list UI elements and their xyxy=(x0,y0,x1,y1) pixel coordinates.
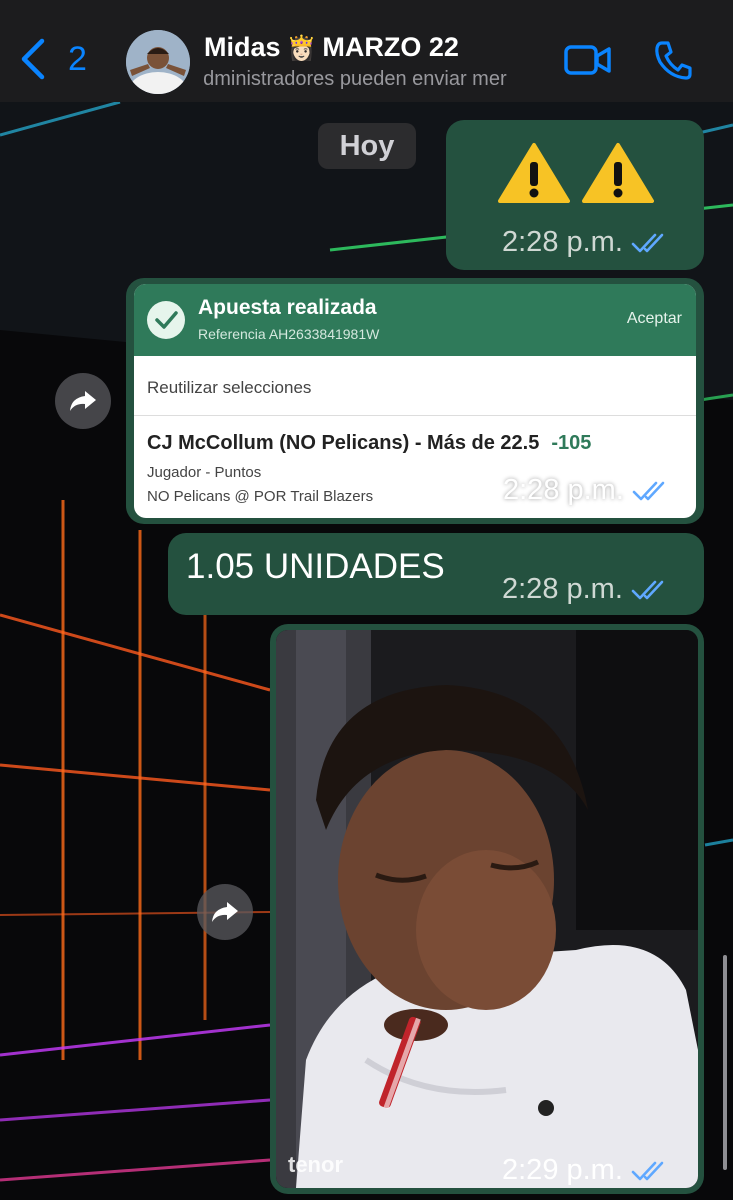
chevron-left-icon xyxy=(21,38,45,80)
double-check-icon xyxy=(632,481,665,500)
message-time-text: 2:29 p.m. xyxy=(502,1154,623,1186)
message-bubble[interactable]: Apuesta realizada Referencia AH263384198… xyxy=(126,278,704,524)
message-time: 2:29 p.m. xyxy=(502,1154,671,1187)
chat-title-suffix: MARZO 22 xyxy=(322,32,459,62)
checkmark-circle-icon xyxy=(147,301,185,339)
bet-card[interactable]: Apuesta realizada Referencia AH263384198… xyxy=(134,284,696,518)
bet-title: Apuesta realizada xyxy=(198,296,377,319)
message-time: 2:28 p.m. xyxy=(503,474,672,507)
phone-icon xyxy=(655,41,692,80)
video-camera-icon xyxy=(564,45,611,75)
forward-arrow-icon xyxy=(70,391,96,411)
message-bubble[interactable]: tenor 2:29 p.m. xyxy=(270,624,704,1194)
message-emoji xyxy=(498,142,654,204)
chat-title-name: Midas xyxy=(204,32,281,62)
forward-button[interactable] xyxy=(55,373,111,429)
accept-button[interactable]: Aceptar xyxy=(627,310,682,328)
message-bubble[interactable]: 2:28 p.m. xyxy=(446,120,704,270)
bet-selection: CJ McCollum (NO Pelicans) - Más de 22.5-… xyxy=(134,416,696,516)
double-check-icon xyxy=(631,1161,664,1180)
bet-odds: -105 xyxy=(551,432,592,454)
forward-arrow-icon xyxy=(212,902,238,922)
reuse-selections-button[interactable]: Reutilizar selecciones xyxy=(134,356,696,416)
chat-header: 2 Midas 👸🏻 MARZO 22 administradores pueden… xyxy=(0,0,733,102)
bet-game: NO Pelicans @ POR Trail Blazers xyxy=(147,488,374,505)
unread-count: 2 xyxy=(68,39,87,78)
bet-pick-text: CJ McCollum (NO Pelicans) - Más de 22.5 xyxy=(147,432,540,454)
video-call-button[interactable] xyxy=(564,42,612,78)
message-time-text: 2:28 p.m. xyxy=(503,474,624,506)
tenor-watermark: tenor xyxy=(288,1152,343,1177)
voice-call-button[interactable] xyxy=(654,40,692,80)
message-time-text: 2:28 p.m. xyxy=(502,226,623,258)
scrollbar[interactable] xyxy=(723,955,727,1170)
bet-reference: Referencia AH2633841981W xyxy=(198,326,380,342)
gif-media[interactable]: tenor 2:29 p.m. xyxy=(276,630,698,1188)
date-separator: Hoy xyxy=(318,123,416,169)
gif-image xyxy=(276,630,698,1188)
warning-icon xyxy=(498,143,570,203)
message-time-text: 2:28 p.m. xyxy=(502,573,623,605)
forward-button[interactable] xyxy=(197,884,253,940)
bet-card-header: Apuesta realizada Referencia AH263384198… xyxy=(134,284,696,356)
avatar[interactable] xyxy=(126,30,190,94)
double-check-icon xyxy=(631,580,664,599)
message-bubble[interactable]: 1.05 UNIDADES 2:28 p.m. xyxy=(168,533,704,615)
message-text: 1.05 UNIDADES xyxy=(186,547,445,586)
chat-subtitle: administradores pueden enviar mer xyxy=(204,68,507,90)
warning-icon xyxy=(582,143,654,203)
back-button[interactable]: 2 xyxy=(18,36,87,82)
crown-emoji: 👸🏻 xyxy=(286,35,317,62)
message-time: 2:28 p.m. xyxy=(502,226,671,259)
bet-pick: CJ McCollum (NO Pelicans) - Más de 22.5-… xyxy=(147,432,591,455)
message-time: 2:28 p.m. xyxy=(502,573,671,606)
double-check-icon xyxy=(631,233,664,252)
bet-market: Jugador - Puntos xyxy=(147,464,262,481)
chat-title[interactable]: Midas 👸🏻 MARZO 22 xyxy=(204,32,459,63)
